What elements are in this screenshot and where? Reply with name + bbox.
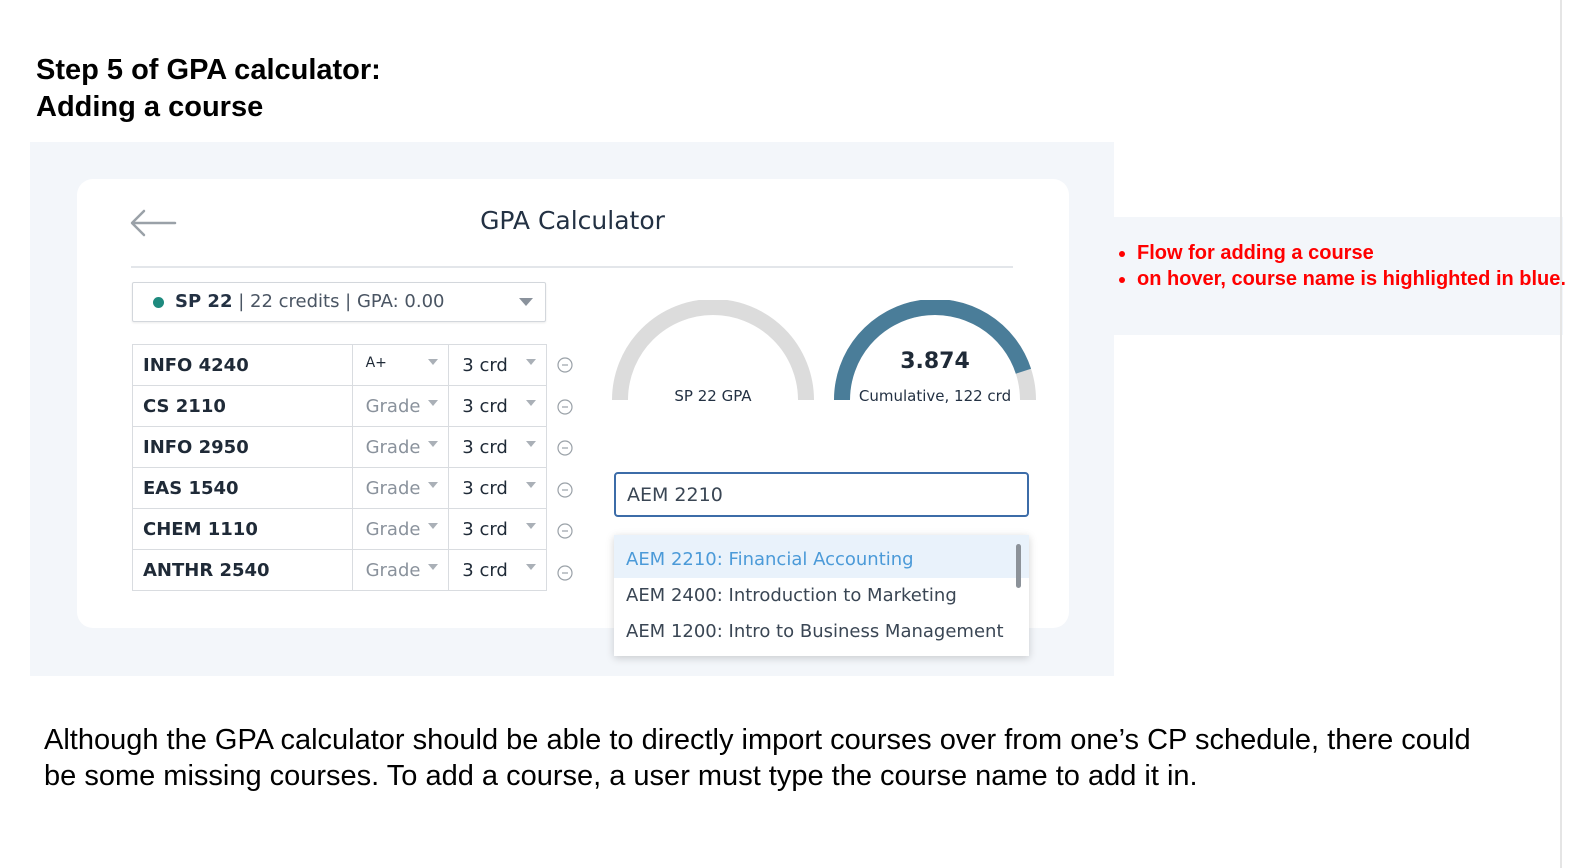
suggestion-item[interactable]: AEM 1200: Intro to Business Management: [614, 614, 1029, 650]
credit-select[interactable]: 3 crd: [448, 549, 547, 591]
table-row: INFO 2950 Grade 3 crd: [132, 426, 547, 468]
chevron-down-icon: [428, 564, 439, 570]
semester-details: | 22 credits | GPA: 0.00: [232, 291, 445, 312]
credit-select[interactable]: 3 crd: [448, 508, 547, 550]
title-line-1: Step 5 of GPA calculator:: [36, 54, 381, 86]
grade-value: Grade: [365, 437, 421, 458]
grade-select[interactable]: Grade: [351, 385, 450, 427]
annotation-item: Flow for adding a course: [1137, 240, 1577, 266]
annotation-item: on hover, course name is highlighted in …: [1137, 266, 1577, 292]
chevron-down-icon: [526, 482, 536, 488]
credit-select[interactable]: 3 crd: [448, 385, 547, 427]
semester-select[interactable]: SP 22 | 22 credits | GPA: 0.00: [132, 282, 546, 322]
remove-course-icon[interactable]: [557, 564, 573, 581]
credit-value: 3 crd: [462, 560, 508, 581]
course-name: ANTHR 2540: [132, 549, 353, 591]
course-suggestions-dropdown: AEM 2210: Financial Accounting AEM 2400: …: [614, 535, 1029, 656]
remove-course-icon[interactable]: [557, 481, 573, 498]
divider: [131, 266, 1013, 268]
app-title: GPA Calculator: [480, 206, 665, 235]
cumulative-gpa-value: 3.874: [900, 349, 970, 374]
chevron-down-icon: [428, 441, 439, 447]
chevron-down-icon: [526, 359, 536, 365]
chevron-down-icon: [526, 441, 536, 447]
arrow-left-icon[interactable]: [128, 206, 178, 240]
semester-name: SP 22: [175, 291, 233, 312]
remove-course-icon[interactable]: [557, 357, 573, 373]
credit-value: 3 crd: [462, 478, 508, 499]
course-name: CS 2110: [132, 385, 353, 427]
grade-select[interactable]: Grade: [351, 426, 450, 468]
course-table: INFO 4240 A+ 3 crd CS 2110 Grade 3 crd INFO 29…: [132, 344, 547, 591]
remove-course-icon[interactable]: [557, 440, 573, 456]
chevron-down-icon: [428, 359, 439, 365]
annotation-list: Flow for adding a course on hover, cours…: [1117, 240, 1577, 292]
table-row: EAS 1540 Grade 3 crd: [132, 467, 547, 509]
course-name: INFO 4240: [132, 344, 353, 386]
chevron-down-icon: [519, 298, 533, 306]
status-dot-icon: [153, 297, 164, 308]
credit-select[interactable]: 3 crd: [448, 426, 547, 468]
grade-select[interactable]: A+: [351, 344, 450, 386]
remove-course-icon[interactable]: [557, 398, 573, 415]
credit-value: 3 crd: [462, 396, 508, 417]
course-name: EAS 1540: [132, 467, 353, 509]
suggestion-item[interactable]: AEM 2210: Financial Accounting: [614, 535, 1029, 578]
page-title: Step 5 of GPA calculator: Adding a cours…: [36, 52, 381, 126]
credit-value: 3 crd: [462, 355, 508, 376]
course-name: INFO 2950: [132, 426, 353, 468]
table-row: INFO 4240 A+ 3 crd: [132, 344, 547, 386]
chevron-down-icon: [526, 564, 536, 570]
chevron-down-icon: [428, 482, 439, 488]
credit-value: 3 crd: [462, 519, 508, 540]
chevron-down-icon: [526, 523, 536, 529]
suggestion-item[interactable]: AEM 2400: Introduction to Marketing: [614, 578, 1029, 614]
credit-value: 3 crd: [462, 437, 508, 458]
grade-select[interactable]: Grade: [351, 508, 450, 550]
grade-value: Grade: [365, 396, 421, 417]
slide-caption: Although the GPA calculator should be ab…: [44, 724, 1471, 792]
chevron-down-icon: [428, 523, 439, 529]
grade-value: Grade: [365, 519, 421, 540]
course-search-input[interactable]: [614, 472, 1029, 517]
grade-value: Grade: [365, 478, 421, 499]
credit-select[interactable]: 3 crd: [448, 344, 547, 386]
grade-value: A+: [365, 355, 387, 371]
remove-course-icon[interactable]: [557, 523, 573, 539]
semester-label: SP 22 | 22 credits | GPA: 0.00: [175, 291, 444, 312]
credit-select[interactable]: 3 crd: [448, 467, 547, 509]
table-row: CS 2110 Grade 3 crd: [132, 385, 547, 427]
semester-gpa-label: SP 22 GPA: [674, 387, 752, 405]
title-line-2: Adding a course: [36, 91, 264, 123]
grade-value: Grade: [365, 560, 421, 581]
grade-select[interactable]: Grade: [351, 467, 450, 509]
chevron-down-icon: [428, 400, 439, 406]
chevron-down-icon: [526, 400, 536, 406]
page-edge-divider: [1560, 0, 1562, 868]
cumulative-gpa-label: Cumulative, 122 crd: [858, 387, 1012, 405]
table-row: CHEM 1110 Grade 3 crd: [132, 508, 547, 550]
table-row: ANTHR 2540 Grade 3 crd: [132, 549, 547, 591]
course-name: CHEM 1110: [132, 508, 353, 550]
dropdown-scrollbar[interactable]: [1016, 544, 1021, 588]
grade-select[interactable]: Grade: [351, 549, 450, 591]
